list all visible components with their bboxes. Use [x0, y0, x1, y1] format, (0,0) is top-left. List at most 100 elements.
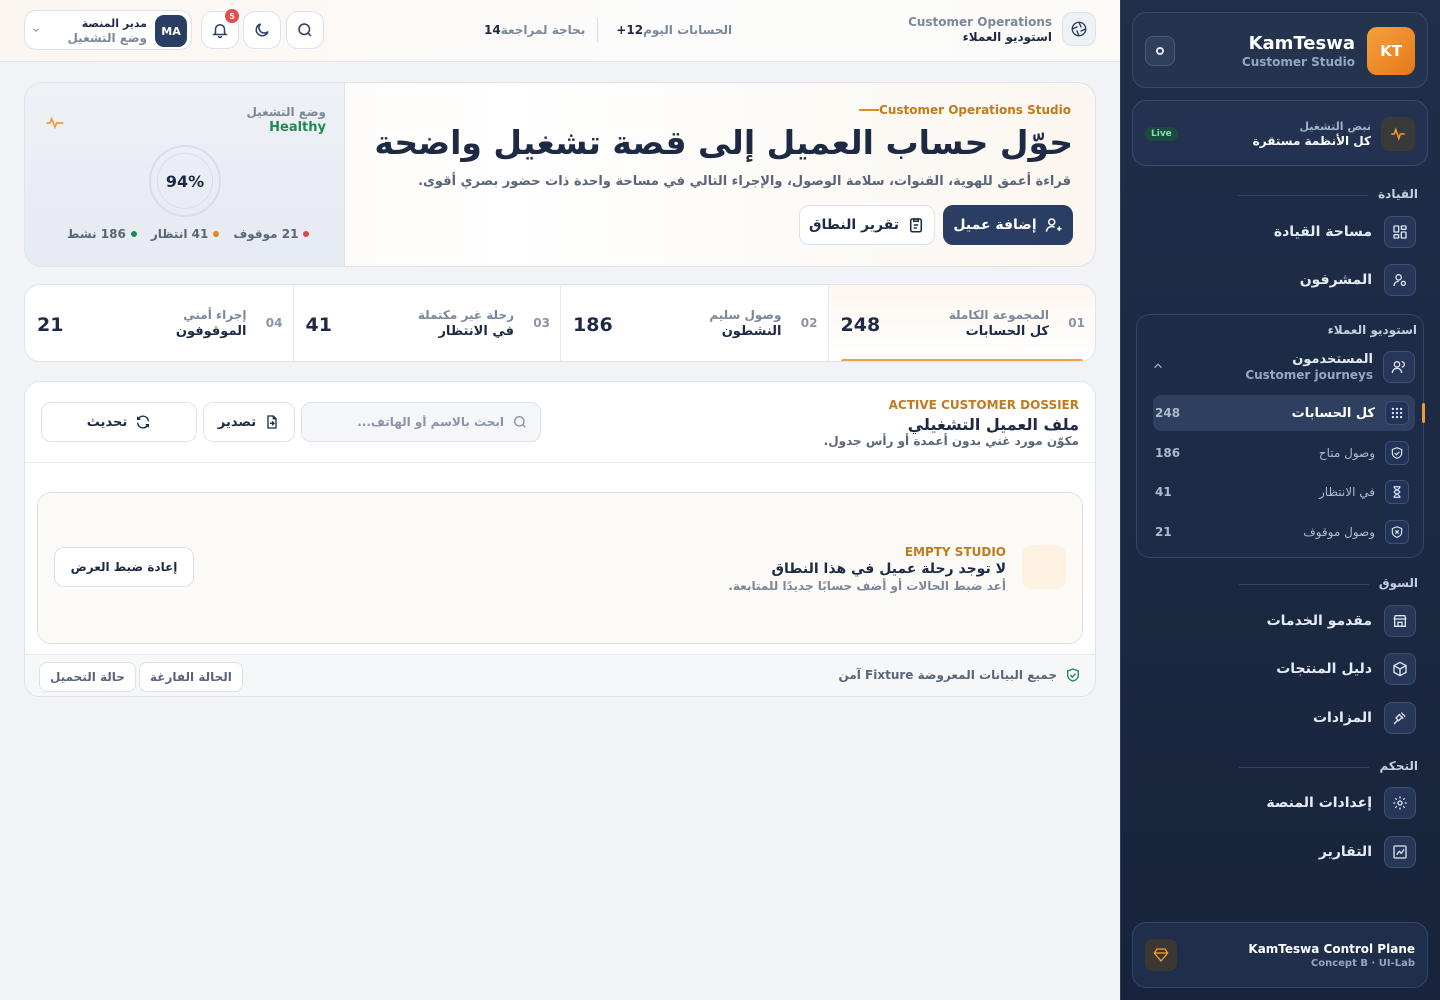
stat-tab-pending[interactable]: 03 رحلة غير مكتملة في الانتظار 41: [292, 285, 561, 361]
legend-pending: 41 انتظار: [151, 227, 220, 241]
footer-subtitle: Concept B · UI-Lab: [1310, 958, 1415, 969]
sub-count: 41: [1155, 485, 1172, 499]
stat-number: 04: [265, 316, 283, 330]
section-market: السوق: [1238, 576, 1418, 590]
stat-tab-suspended[interactable]: 04 إجراء أمني الموقوفون 21: [25, 285, 293, 361]
theme-toggle-button[interactable]: [243, 11, 281, 49]
sub-access-available[interactable]: وصول متاح 186: [1153, 435, 1415, 471]
nav-providers[interactable]: مقدمو الخدمات: [1144, 601, 1416, 641]
stats-tabs: 01 المجموعة الكاملة كل الحسابات 248 02 و…: [24, 284, 1096, 362]
empty-subtitle: أعد ضبط الحالات أو أضف حسابًا جديدًا للم…: [728, 579, 1006, 593]
stat-kicker: وصول سليم: [709, 308, 782, 322]
section-leadership: القيادة: [1238, 187, 1418, 201]
sub-label: في الانتظار: [1319, 485, 1375, 499]
empty-state-chip[interactable]: الحالة الفارغة: [139, 662, 243, 692]
users-group-subtitle: Customer journeys: [1245, 368, 1373, 382]
topbar: Customer Operations استوديو العملاء الحس…: [0, 0, 1120, 62]
search-icon: [514, 416, 526, 428]
legend-suspended: 21 موقوف: [233, 227, 310, 241]
grid-icon: [1385, 401, 1409, 425]
shield-check-icon: [1067, 668, 1079, 682]
stat-number: 02: [800, 316, 818, 330]
pulse-icon: [1381, 117, 1415, 151]
stat-kicker: رحلة غير مكتملة: [417, 308, 514, 322]
diamond-icon: [1145, 939, 1177, 971]
search-field[interactable]: [301, 402, 541, 442]
reset-view-button[interactable]: إعادة ضبط العرض: [54, 547, 194, 587]
nav-label: التقارير: [1318, 844, 1372, 860]
scope-report-button[interactable]: تقرير النطاق: [799, 205, 935, 245]
user-menu[interactable]: MA مدير المنصة وضع التشغيل: [24, 10, 192, 50]
sub-count: 186: [1155, 446, 1181, 460]
dot-icon: [213, 231, 220, 237]
scope-report-label: تقرير النطاق: [808, 217, 900, 233]
user-name: مدير المنصة: [81, 17, 147, 30]
shield-check-icon: [1385, 441, 1409, 465]
users-group-toggle[interactable]: المستخدمون Customer journeys: [1143, 351, 1415, 387]
health-ring: 94%: [149, 145, 221, 217]
sub-access-suspended[interactable]: وصول موقوف 21: [1153, 514, 1415, 550]
pulse-label: نبض التشغيل: [1299, 120, 1371, 133]
notifications-button[interactable]: 5: [201, 9, 239, 49]
dot-icon: [303, 231, 310, 237]
fixture-note-text: جميع البيانات المعروضة Fixture آمن: [838, 668, 1057, 682]
sub-label: كل الحسابات: [1291, 405, 1375, 421]
nav-auctions[interactable]: المزادات: [1144, 698, 1416, 738]
stat-label: النشطون: [721, 324, 782, 339]
brand-card: KT KamTeswa Customer Studio: [1132, 12, 1428, 88]
footer-title: KamTeswa Control Plane: [1248, 942, 1415, 956]
user-cog-icon: [1384, 264, 1416, 296]
status-label: وضع التشغيل: [246, 105, 326, 119]
export-button[interactable]: تصدير: [203, 402, 295, 442]
sub-pending[interactable]: في الانتظار 41: [1153, 474, 1415, 510]
moon-icon: [255, 23, 269, 37]
add-customer-button[interactable]: إضافة عميل: [943, 205, 1073, 245]
sub-all-accounts[interactable]: كل الحسابات 248: [1153, 395, 1425, 431]
brand-logo: KT: [1367, 27, 1415, 75]
sub-label: وصول موقوف: [1303, 525, 1375, 539]
refresh-button[interactable]: تحديث: [41, 402, 197, 442]
nav-leadership-space[interactable]: مساحة القيادة: [1144, 212, 1416, 252]
empty-title: لا توجد رحلة عميل في هذا النطاق: [771, 561, 1007, 577]
legend-active: 186 نشط: [67, 227, 137, 241]
dashboard-grid-icon: [1384, 216, 1416, 248]
topbar-stats: الحسابات اليوم +12 بحاجة لمراجعة 14: [478, 18, 732, 42]
bell-icon: [212, 24, 228, 39]
stat-kicker: إجراء أمني: [183, 308, 247, 322]
search-button[interactable]: [286, 11, 324, 49]
chevron-down-icon: [31, 25, 41, 35]
context-label: Customer Operations: [908, 15, 1052, 29]
clipboard-icon: [910, 218, 923, 233]
empty-kicker: EMPTY STUDIO: [904, 545, 1006, 559]
stat-label: الموقوفون: [175, 324, 247, 339]
search-input[interactable]: [334, 415, 504, 429]
stat-tab-active[interactable]: 02 وصول سليم النشطون 186: [560, 285, 828, 361]
stat-value: 21: [37, 314, 64, 336]
card-footer: جميع البيانات المعروضة Fixture آمن الحال…: [25, 654, 1095, 696]
divider: [25, 462, 1095, 463]
shield-x-icon: [1385, 520, 1409, 544]
stat-value: 186: [573, 314, 613, 336]
sidebar-footer: KamTeswa Control Plane Concept B · UI-La…: [1132, 922, 1428, 988]
divider: [597, 18, 599, 42]
notification-badge: 5: [225, 9, 239, 23]
loading-state-chip[interactable]: حالة التحميل: [39, 662, 136, 692]
nav-label: إعدادات المنصة: [1266, 795, 1372, 811]
dot-icon: [130, 231, 137, 237]
nav-platform-settings[interactable]: إعدادات المنصة: [1144, 783, 1416, 823]
dossier-title: ملف العميل التشغيلي: [907, 415, 1079, 434]
brand-subtitle: Customer Studio: [1241, 55, 1355, 69]
package-icon: [1384, 653, 1416, 685]
stat-value: 248: [840, 314, 881, 336]
file-export-icon: [267, 415, 277, 429]
hero-subtitle: قراءة أعمق للهوية، القنوات، سلامة الوصول…: [418, 174, 1071, 189]
health-percent: 94%: [157, 153, 213, 209]
nav-products[interactable]: دليل المنتجات: [1144, 649, 1416, 689]
pulse-value: كل الأنظمة مستقرة: [1252, 134, 1371, 148]
stat-number: 01: [1068, 316, 1085, 330]
collapse-sidebar-button[interactable]: [1145, 36, 1175, 66]
nav-reports[interactable]: التقارير: [1144, 832, 1416, 872]
operation-status-panel: وضع التشغيل Healthy 94% 21 موقوف 41 انتظ…: [25, 83, 345, 266]
stat-tab-all[interactable]: 01 المجموعة الكاملة كل الحسابات 248: [827, 285, 1095, 361]
nav-supervisors[interactable]: المشرفون: [1144, 260, 1416, 300]
